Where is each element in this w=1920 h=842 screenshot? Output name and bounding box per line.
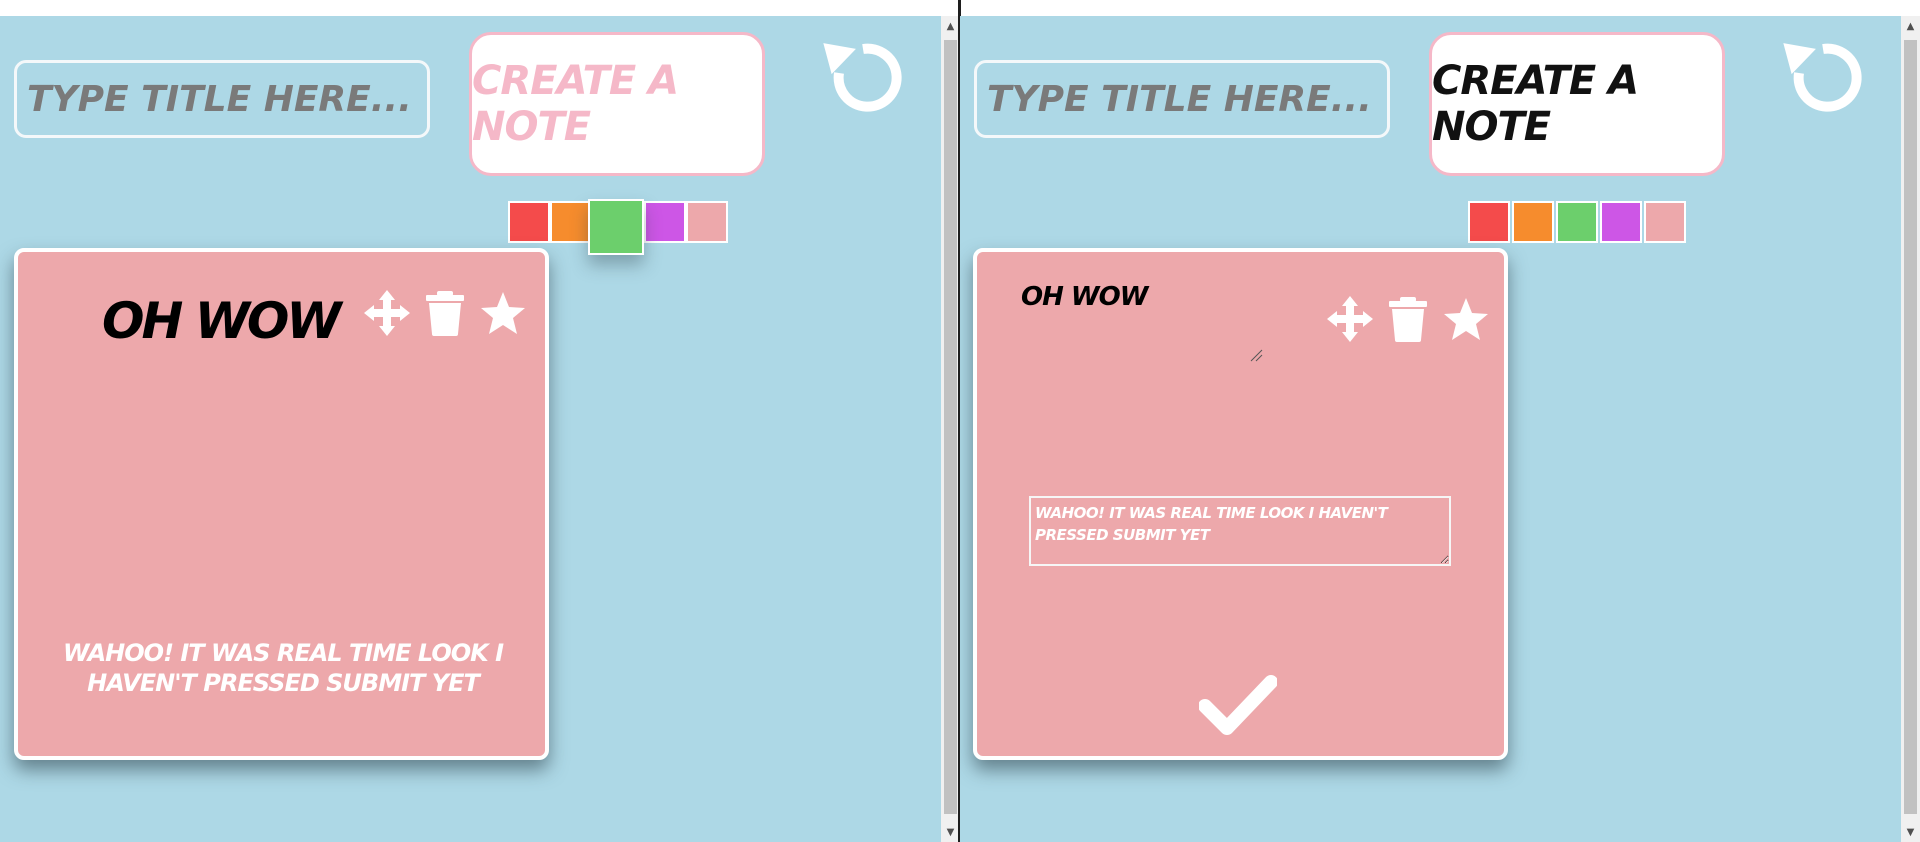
title-input[interactable] (974, 60, 1390, 138)
note-title: OH WOW (102, 292, 342, 350)
swatch-orange[interactable] (550, 201, 592, 243)
swatch-pink[interactable] (1644, 201, 1686, 243)
note-body: WAHOO! IT WAS REAL TIME LOOK I HAVEN'T P… (62, 639, 504, 697)
trash-icon[interactable] (422, 290, 468, 336)
swatch-red[interactable] (508, 201, 550, 243)
right-pane: CREATE A NOTE OH WOW (960, 16, 1920, 842)
note-card[interactable]: OH WOW WAHOO! IT WAS REAL TIME LOOK I HA… (14, 248, 549, 760)
trash-icon[interactable] (1385, 296, 1431, 342)
check-icon[interactable] (1199, 674, 1277, 736)
swatch-purple[interactable] (1600, 201, 1642, 243)
create-note-button[interactable]: CREATE A NOTE (469, 32, 765, 176)
move-icon[interactable] (364, 290, 410, 336)
create-note-button[interactable]: CREATE A NOTE (1429, 32, 1725, 176)
swatch-green[interactable] (1556, 201, 1598, 243)
scroll-down-icon[interactable]: ▼ (1901, 824, 1920, 842)
note-body-textarea[interactable]: WAHOO! IT WAS REAL TIME LOOK I HAVEN'T P… (1029, 496, 1451, 566)
note-title[interactable]: OH WOW (1021, 282, 1148, 312)
note-actions (364, 290, 534, 340)
scrollbar[interactable]: ▲ ▼ (1901, 16, 1920, 842)
move-icon[interactable] (1327, 296, 1373, 342)
scroll-thumb[interactable] (1904, 40, 1917, 814)
left-pane: CREATE A NOTE OH WOW (0, 16, 960, 842)
swatch-red[interactable] (1468, 201, 1510, 243)
note-actions (1327, 296, 1497, 346)
swatch-green[interactable] (588, 199, 644, 255)
undo-icon[interactable] (1783, 35, 1869, 121)
swatch-purple[interactable] (644, 201, 686, 243)
swatch-orange[interactable] (1512, 201, 1554, 243)
resize-handle-icon[interactable] (1249, 348, 1263, 362)
star-icon[interactable] (480, 290, 526, 336)
title-input[interactable] (14, 60, 430, 138)
scroll-thumb[interactable] (944, 40, 957, 814)
swatch-pink[interactable] (686, 201, 728, 243)
undo-icon[interactable] (823, 35, 909, 121)
note-card-editing[interactable]: OH WOW WAHOO! IT WAS REAL TIME LOOK I HA… (973, 248, 1508, 760)
scroll-up-icon[interactable]: ▲ (1901, 18, 1920, 36)
star-icon[interactable] (1443, 296, 1489, 342)
